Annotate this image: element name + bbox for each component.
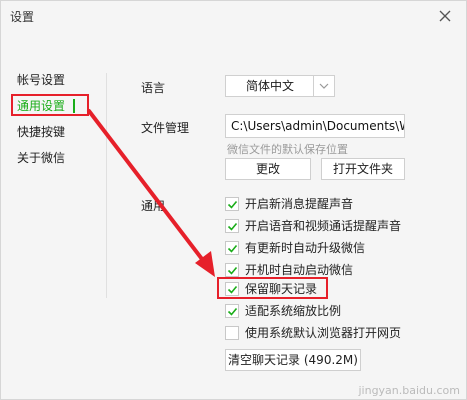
open-folder-button[interactable]: 打开文件夹: [321, 158, 405, 180]
checkbox[interactable]: [225, 197, 239, 211]
chevron-down-icon: [319, 83, 329, 89]
sidebar: 帐号设置 通用设置 快捷按键 关于微信: [1, 33, 91, 399]
checkbox[interactable]: [225, 263, 239, 277]
dropdown-arrow[interactable]: [313, 76, 334, 96]
checkbox[interactable]: [225, 304, 239, 318]
option-label: 开启新消息提醒声音: [245, 197, 354, 211]
window-title: 设置: [10, 10, 35, 24]
sidebar-item-shortcuts[interactable]: 快捷按键: [17, 123, 65, 141]
watermark: jingyan.baidu.com: [358, 384, 460, 397]
language-value: 简体中文: [245, 79, 294, 93]
general-label: 通用: [141, 199, 166, 213]
checkbox[interactable]: [225, 219, 239, 233]
check-icon: [227, 307, 238, 316]
annotation-box-option: [217, 277, 328, 299]
annotation-box-nav: [11, 94, 89, 116]
sidebar-item-about[interactable]: 关于微信: [17, 149, 65, 167]
close-icon: [439, 10, 451, 22]
clear-chat-history-button[interactable]: 清空聊天记录 (490.2M): [225, 349, 361, 371]
settings-window: 设置 帐号设置 通用设置 快捷按键 关于微信 语言 简体中文 文件管理 C:\U…: [0, 0, 467, 400]
language-select[interactable]: 简体中文: [225, 75, 335, 97]
checkbox[interactable]: [225, 326, 239, 340]
sidebar-divider: [106, 73, 107, 298]
option-label: 适配系统缩放比例: [245, 304, 342, 318]
check-icon: [227, 266, 238, 275]
sidebar-item-account[interactable]: 帐号设置: [17, 71, 65, 89]
sidebar-item-label: 关于微信: [17, 151, 66, 165]
title-bar: 设置: [1, 1, 466, 33]
option-label: 使用系统默认浏览器打开网页: [245, 326, 402, 340]
check-icon: [227, 222, 238, 231]
change-button[interactable]: 更改: [225, 158, 311, 180]
sidebar-item-label: 快捷按键: [17, 125, 66, 139]
option-label: 开机时自动启动微信: [245, 263, 354, 277]
option-label: 开启语音和视频通话提醒声音: [245, 219, 402, 233]
file-management-label: 文件管理: [141, 121, 190, 135]
file-path-hint: 微信文件的默认保存位置: [227, 143, 348, 156]
option-label: 有更新时自动升级微信: [245, 241, 366, 255]
close-button[interactable]: [434, 5, 456, 27]
file-path-field[interactable]: C:\Users\admin\Documents\W: [225, 114, 405, 138]
checkbox[interactable]: [225, 241, 239, 255]
sidebar-item-label: 帐号设置: [17, 73, 66, 87]
language-label: 语言: [141, 81, 166, 95]
check-icon: [227, 200, 238, 209]
check-icon: [227, 244, 238, 253]
